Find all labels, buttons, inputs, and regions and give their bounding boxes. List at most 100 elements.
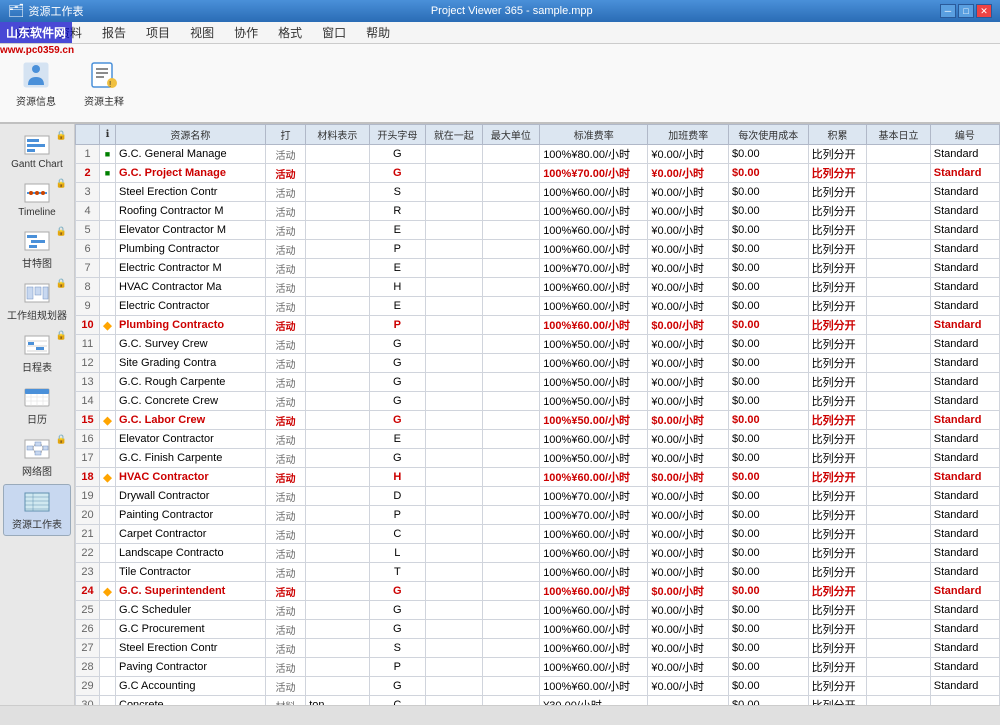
row-icon <box>100 183 116 202</box>
resource-name-cell: Carpet Contractor <box>116 525 266 544</box>
menu-report[interactable]: 报告 <box>92 22 136 43</box>
sidebar-item-network[interactable]: 🔒 网络图 <box>3 432 71 482</box>
menu-help[interactable]: 帮助 <box>356 22 400 43</box>
accum-cell: 比列分开 <box>808 620 867 639</box>
sidebar-item-gantt2[interactable]: 🔒 甘特图 <box>3 224 71 274</box>
sidebar-item-calendar[interactable]: 日历 <box>3 380 71 430</box>
stdrate-cell: 100%¥60.00/小时 <box>540 297 648 316</box>
maxunit-cell <box>482 335 540 354</box>
row-icon <box>100 335 116 354</box>
type-cell: 活动 <box>265 544 305 563</box>
maxunit-cell <box>482 525 540 544</box>
material-cell <box>306 354 369 373</box>
row-number: 2 <box>76 164 100 183</box>
row-number: 21 <box>76 525 100 544</box>
accum-cell: 比列分开 <box>808 183 867 202</box>
stdrate-cell: 100%¥60.00/小时 <box>540 221 648 240</box>
code-cell: Standard <box>930 601 999 620</box>
stdrate-cell: 100%¥60.00/小时 <box>540 639 648 658</box>
row-number: 16 <box>76 430 100 449</box>
maxunit-cell <box>482 601 540 620</box>
code-cell: Standard <box>930 259 999 278</box>
row-number: 3 <box>76 183 100 202</box>
material-cell <box>306 392 369 411</box>
initial-cell: G <box>369 411 425 430</box>
type-cell: 活动 <box>265 202 305 221</box>
join-cell <box>426 335 482 354</box>
row-number: 17 <box>76 449 100 468</box>
close-button[interactable]: ✕ <box>976 4 992 18</box>
initial-cell: D <box>369 487 425 506</box>
accum-cell: 比列分开 <box>808 278 867 297</box>
menu-data[interactable]: 资料 <box>48 22 92 43</box>
resource-info-icon <box>20 59 52 91</box>
type-cell: 活动 <box>265 449 305 468</box>
ribbon-resource-note[interactable]: ! 资源主释 <box>76 55 132 112</box>
row-number: 5 <box>76 221 100 240</box>
accum-cell: 比列分开 <box>808 373 867 392</box>
join-cell <box>426 354 482 373</box>
initial-cell: E <box>369 221 425 240</box>
code-cell: Standard <box>930 392 999 411</box>
material-cell <box>306 601 369 620</box>
join-cell <box>426 202 482 221</box>
material-cell <box>306 183 369 202</box>
row-number: 27 <box>76 639 100 658</box>
type-cell: 活动 <box>265 297 305 316</box>
menu-bar: 文件 资料 报告 项目 视图 协作 格式 窗口 帮助 <box>0 22 1000 44</box>
base-cell <box>867 202 930 221</box>
resource-name-cell: G.C. Labor Crew <box>116 411 266 430</box>
table-row: 27Steel Erection Contr活动S100%¥60.00/小时¥0… <box>76 639 1000 658</box>
table-row: 23Tile Contractor活动T100%¥60.00/小时¥0.00/小… <box>76 563 1000 582</box>
menu-window[interactable]: 窗口 <box>312 22 356 43</box>
accum-cell: 比列分开 <box>808 297 867 316</box>
table-row: 29G.C Accounting活动G100%¥60.00/小时¥0.00/小时… <box>76 677 1000 696</box>
join-cell <box>426 620 482 639</box>
sidebar-item-timeline[interactable]: 🔒 Timeline <box>3 176 71 222</box>
type-cell: 活动 <box>265 563 305 582</box>
table-row: 30Concrete材料tonC¥30.00/小时$0.00比列分开 <box>76 696 1000 706</box>
table-row: 6Plumbing Contractor活动P100%¥60.00/小时¥0.0… <box>76 240 1000 259</box>
row-icon <box>100 354 116 373</box>
base-cell <box>867 506 930 525</box>
sidebar-item-gantt[interactable]: 🔒 Gantt Chart <box>3 128 71 174</box>
sidebar-item-taskgroup[interactable]: 🔒 工作组规划器 <box>3 276 71 326</box>
initial-cell: G <box>369 145 425 164</box>
sidebar-taskgroup-label: 工作组规划器 <box>7 307 67 322</box>
join-cell <box>426 259 482 278</box>
type-cell: 活动 <box>265 278 305 297</box>
table-row: 3Steel Erection Contr活动S100%¥60.00/小时¥0.… <box>76 183 1000 202</box>
menu-format[interactable]: 格式 <box>268 22 312 43</box>
menu-view[interactable]: 视图 <box>180 22 224 43</box>
resource-icon <box>21 489 53 515</box>
menu-collab[interactable]: 协作 <box>224 22 268 43</box>
sidebar-item-schedule[interactable]: 🔒 日程表 <box>3 328 71 378</box>
row-icon: ◆ <box>100 316 116 335</box>
maximize-button[interactable]: □ <box>958 4 974 18</box>
code-cell: Standard <box>930 183 999 202</box>
stdrate-cell: 100%¥70.00/小时 <box>540 506 648 525</box>
ribbon-resource-info[interactable]: 资源信息 <box>8 55 64 112</box>
otrate-cell: $0.00/小时 <box>648 468 729 487</box>
base-cell <box>867 620 930 639</box>
stdrate-cell: ¥30.00/小时 <box>540 696 648 706</box>
table-row: 22Landscape Contracto活动L100%¥60.00/小时¥0.… <box>76 544 1000 563</box>
row-icon <box>100 544 116 563</box>
table-container[interactable]: ℹ 资源名称 打 材料表示 开头字母 就在一起 最大单位 标准费率 加班费率 每… <box>75 124 1000 705</box>
sidebar-item-resource[interactable]: 资源工作表 <box>3 484 71 536</box>
cost-cell: $0.00 <box>729 487 809 506</box>
menu-project[interactable]: 项目 <box>136 22 180 43</box>
minimize-button[interactable]: ─ <box>940 4 956 18</box>
code-cell: Standard <box>930 373 999 392</box>
resource-name-cell: G.C. General Manage <box>116 145 266 164</box>
menu-file[interactable]: 文件 <box>4 22 48 43</box>
cost-cell: $0.00 <box>729 430 809 449</box>
accum-cell: 比列分开 <box>808 582 867 601</box>
ribbon-resource-note-label: 资源主释 <box>84 93 124 108</box>
initial-cell: C <box>369 525 425 544</box>
resource-name-cell: Electric Contractor <box>116 297 266 316</box>
row-icon: ◆ <box>100 468 116 487</box>
accum-cell: 比列分开 <box>808 259 867 278</box>
otrate-cell: $0.00/小时 <box>648 316 729 335</box>
initial-cell: P <box>369 658 425 677</box>
